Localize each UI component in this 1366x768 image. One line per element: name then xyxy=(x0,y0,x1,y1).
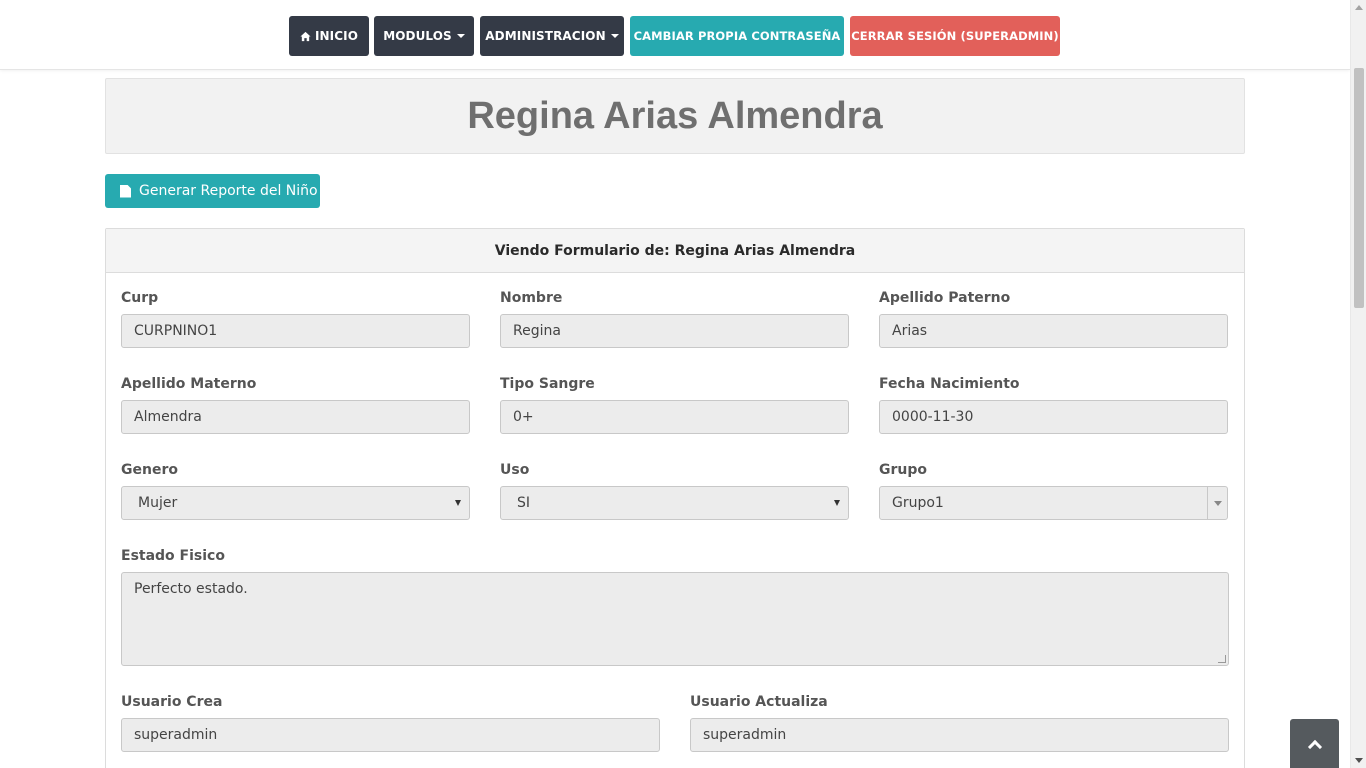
estado-fisico-label: Estado Fisico xyxy=(121,548,225,564)
chevron-up-icon xyxy=(1307,739,1322,754)
card-header: Viendo Formulario de: Regina Arias Almen… xyxy=(106,229,1244,273)
genero-select[interactable]: Mujer xyxy=(121,486,470,520)
scroll-up-arrow-icon[interactable] xyxy=(1355,5,1363,10)
usuario-crea-field[interactable]: superadmin xyxy=(121,718,660,752)
usuario-actualiza-value: superadmin xyxy=(703,727,787,743)
estado-fisico-value: Perfecto estado. xyxy=(134,581,248,597)
nombre-value: Regina xyxy=(513,323,561,339)
estado-fisico-textarea[interactable]: Perfecto estado. xyxy=(121,572,1229,666)
nav-administracion-label: ADMINISTRACION xyxy=(485,29,606,43)
grupo-arrow-box[interactable] xyxy=(1207,487,1227,519)
caret-down-icon xyxy=(610,34,619,38)
resize-grip-icon[interactable] xyxy=(1218,655,1226,663)
usuario-actualiza-field[interactable]: superadmin xyxy=(690,718,1229,752)
page-title-box: Regina Arias Almendra xyxy=(105,78,1245,154)
back-to-top-button[interactable] xyxy=(1290,719,1339,768)
select-arrow-icon xyxy=(455,500,461,506)
genero-label: Genero xyxy=(121,462,178,478)
apellido-materno-label: Apellido Materno xyxy=(121,376,257,392)
grupo-label: Grupo xyxy=(879,462,928,478)
apellido-paterno-value: Arias xyxy=(892,323,928,339)
curp-label: Curp xyxy=(121,290,159,306)
generate-report-label: Generar Reporte del Niño xyxy=(139,183,318,199)
form-card: Viendo Formulario de: Regina Arias Almen… xyxy=(105,228,1245,768)
logout-button[interactable]: CERRAR SESIÓN (SUPERADMIN) xyxy=(850,16,1060,56)
nombre-field[interactable]: Regina xyxy=(500,314,849,348)
nav-inicio-button[interactable]: INICIO xyxy=(289,16,369,56)
uso-value: SI xyxy=(517,495,531,511)
tipo-sangre-field[interactable]: 0+ xyxy=(500,400,849,434)
tipo-sangre-value: 0+ xyxy=(513,409,534,425)
usuario-crea-value: superadmin xyxy=(134,727,218,743)
tipo-sangre-label: Tipo Sangre xyxy=(500,376,595,392)
apellido-materno-value: Almendra xyxy=(134,409,202,425)
fecha-nacimiento-field[interactable]: 0000-11-30 xyxy=(879,400,1228,434)
uso-select[interactable]: SI xyxy=(500,486,849,520)
file-icon xyxy=(120,184,131,198)
curp-value: CURPNINO1 xyxy=(134,323,218,339)
scroll-down-arrow-icon[interactable] xyxy=(1355,758,1363,763)
genero-value: Mujer xyxy=(138,495,178,511)
nav-modulos-dropdown[interactable]: MODULOS xyxy=(374,16,474,56)
curp-field[interactable]: CURPNINO1 xyxy=(121,314,470,348)
nav-inicio-label: INICIO xyxy=(314,29,359,43)
page-scrollbar[interactable] xyxy=(1350,0,1366,768)
scroll-thumb[interactable] xyxy=(1354,68,1364,308)
apellido-materno-field[interactable]: Almendra xyxy=(121,400,470,434)
caret-down-icon xyxy=(456,34,465,38)
nombre-label: Nombre xyxy=(500,290,563,306)
apellido-paterno-label: Apellido Paterno xyxy=(879,290,1011,306)
nav-administracion-dropdown[interactable]: ADMINISTRACION xyxy=(480,16,624,56)
uso-label: Uso xyxy=(500,462,530,478)
usuario-crea-label: Usuario Crea xyxy=(121,694,223,710)
chevron-down-icon xyxy=(1214,501,1222,506)
nav-modulos-label: MODULOS xyxy=(383,29,452,43)
usuario-actualiza-label: Usuario Actualiza xyxy=(690,694,828,710)
fecha-nacimiento-value: 0000-11-30 xyxy=(892,409,974,425)
grupo-value: Grupo1 xyxy=(892,495,944,511)
logout-label: CERRAR SESIÓN (SUPERADMIN) xyxy=(851,29,1059,43)
apellido-paterno-field[interactable]: Arias xyxy=(879,314,1228,348)
change-password-button[interactable]: CAMBIAR PROPIA CONTRASEÑA xyxy=(630,16,844,56)
page-title: Regina Arias Almendra xyxy=(467,94,883,137)
fecha-nacimiento-label: Fecha Nacimiento xyxy=(879,376,1020,392)
card-header-title: Viendo Formulario de: Regina Arias Almen… xyxy=(494,242,856,259)
generate-report-button[interactable]: Generar Reporte del Niño xyxy=(105,174,320,208)
select-arrow-icon xyxy=(834,500,840,506)
grupo-select[interactable]: Grupo1 xyxy=(879,486,1228,520)
home-icon xyxy=(300,31,311,41)
change-password-label: CAMBIAR PROPIA CONTRASEÑA xyxy=(633,29,841,43)
top-navbar: INICIO MODULOS ADMINISTRACION CAMBIAR PR… xyxy=(0,0,1350,70)
